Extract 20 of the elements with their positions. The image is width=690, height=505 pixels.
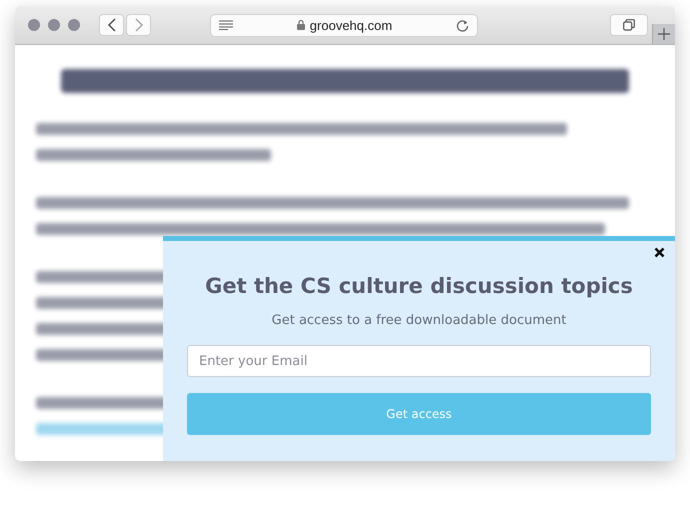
back-button[interactable] bbox=[99, 14, 124, 36]
address-bar[interactable]: groovehq.com bbox=[210, 14, 478, 36]
email-field[interactable]: Enter your Email bbox=[187, 345, 651, 377]
reload-icon[interactable] bbox=[456, 18, 469, 32]
popup-title: Get the CS culture discussion topics bbox=[205, 274, 633, 298]
window-close-icon[interactable] bbox=[28, 19, 40, 31]
close-icon bbox=[654, 247, 665, 258]
close-button[interactable] bbox=[654, 247, 665, 258]
reader-icon[interactable] bbox=[219, 20, 233, 30]
popup-subtitle: Get access to a free downloadable document bbox=[272, 313, 566, 328]
tabs-icon bbox=[623, 19, 635, 31]
chevron-left-icon bbox=[106, 18, 116, 32]
tabs-button[interactable] bbox=[610, 14, 648, 36]
url-text: groovehq.com bbox=[310, 18, 392, 32]
chevron-right-icon bbox=[134, 18, 144, 32]
lock-icon bbox=[296, 20, 305, 30]
window-minimize-icon[interactable] bbox=[48, 19, 60, 31]
plus-icon bbox=[658, 28, 670, 40]
new-tab-button[interactable] bbox=[652, 24, 675, 44]
window-zoom-icon[interactable] bbox=[68, 19, 80, 31]
